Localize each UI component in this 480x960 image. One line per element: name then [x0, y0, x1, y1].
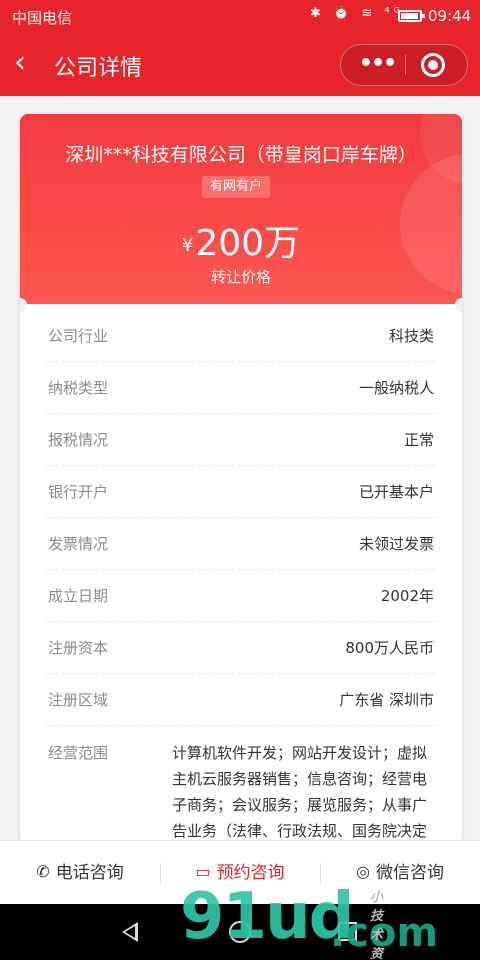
detail-row-invoice: 发票情况 未领过发票 — [46, 518, 436, 570]
detail-value: 2002年 — [380, 587, 434, 605]
wechat-consult-label: 微信咨询 — [375, 863, 444, 883]
more-icon[interactable]: ••• — [357, 45, 397, 85]
detail-value: 已开基本户 — [358, 483, 434, 501]
detail-key: 注册区域 — [48, 691, 109, 709]
detail-row-region: 注册区域 广东省 深圳市 — [46, 674, 436, 726]
detail-list: 公司行业 科技类 纳税类型 一般纳税人 报税情况 正常 银行开户 已开基本户 发… — [46, 310, 436, 844]
detail-key: 纳税类型 — [48, 379, 109, 397]
detail-row-business-scope: 经营范围 计算机软件开发；网站开发设计；虚拟主机云服务器销售；信息咨询；经营电子… — [46, 726, 436, 844]
company-name: 深圳***科技有限公司（带皇岗口岸车牌） — [65, 144, 417, 166]
watermark-main: 91ud — [180, 880, 354, 954]
detail-key: 经营范围 — [48, 744, 109, 762]
battery-icon — [398, 10, 425, 22]
capsule-divider — [405, 55, 406, 75]
carrier-label: 中国电信 — [12, 9, 73, 27]
page-title: 公司详情 — [54, 56, 143, 81]
detail-value: 正常 — [403, 431, 434, 449]
detail-row-tax-filing: 报税情况 正常 — [46, 414, 436, 466]
detail-value: 计算机软件开发；网站开发设计；虚拟主机云服务器销售；信息咨询；经营电子商务；会议… — [172, 744, 428, 840]
detail-value: 科技类 — [388, 327, 434, 345]
transfer-price: ¥200万 — [20, 214, 462, 266]
price-header: 深圳***科技有限公司（带皇岗口岸车牌） 有网有户 ¥200万 转让价格 — [20, 114, 462, 304]
phone-consult-label: 电话咨询 — [55, 863, 124, 883]
status-icons: ✱ ⏰ ≋ ⁴ᴳ — [310, 6, 404, 21]
status-bar: 中国电信 ✱ ⏰ ≋ ⁴ᴳ 09:44 — [0, 0, 480, 34]
clock-label: 09:44 — [428, 7, 472, 25]
detail-row-industry: 公司行业 科技类 — [46, 310, 436, 362]
detail-key: 报税情况 — [48, 431, 109, 449]
close-target-icon[interactable] — [421, 53, 445, 77]
detail-value: 广东省 深圳市 — [339, 691, 434, 709]
detail-row-founded: 成立日期 2002年 — [46, 570, 436, 622]
back-icon[interactable]: ‹ — [14, 48, 42, 80]
phone-consult-button[interactable]: ✆ 电话咨询 — [0, 841, 160, 905]
mini-program-capsule: ••• — [340, 44, 468, 86]
wechat-icon: ◎ — [356, 862, 370, 881]
detail-row-capital: 注册资本 800万人民币 — [46, 622, 436, 674]
price-value: 200万 — [195, 223, 301, 264]
detail-value: 一般纳税人 — [358, 379, 434, 397]
detail-key: 成立日期 — [48, 587, 109, 605]
nav-bar: ‹ 公司详情 ••• — [0, 34, 480, 96]
detail-value: 800万人民币 — [345, 639, 434, 657]
phone-icon: ✆ — [36, 862, 50, 881]
detail-row-bank-account: 银行开户 已开基本户 — [46, 466, 436, 518]
detail-value: 未领过发票 — [358, 535, 434, 553]
company-card: 深圳***科技有限公司（带皇岗口岸车牌） 有网有户 ¥200万 转让价格 公司行… — [20, 114, 462, 844]
currency-symbol: ¥ — [181, 235, 194, 256]
status-badge: 有网有户 — [202, 176, 271, 198]
detail-key: 银行开户 — [48, 483, 109, 501]
detail-key: 发票情况 — [48, 535, 109, 553]
system-back-icon[interactable] — [122, 922, 138, 942]
detail-key: 注册资本 — [48, 639, 109, 657]
price-label: 转让价格 — [210, 268, 271, 286]
detail-row-tax-type: 纳税类型 一般纳税人 — [46, 362, 436, 414]
watermark-small: 小技术资源 — [370, 890, 387, 960]
card-notch-right — [455, 298, 462, 312]
detail-key: 公司行业 — [48, 327, 109, 345]
